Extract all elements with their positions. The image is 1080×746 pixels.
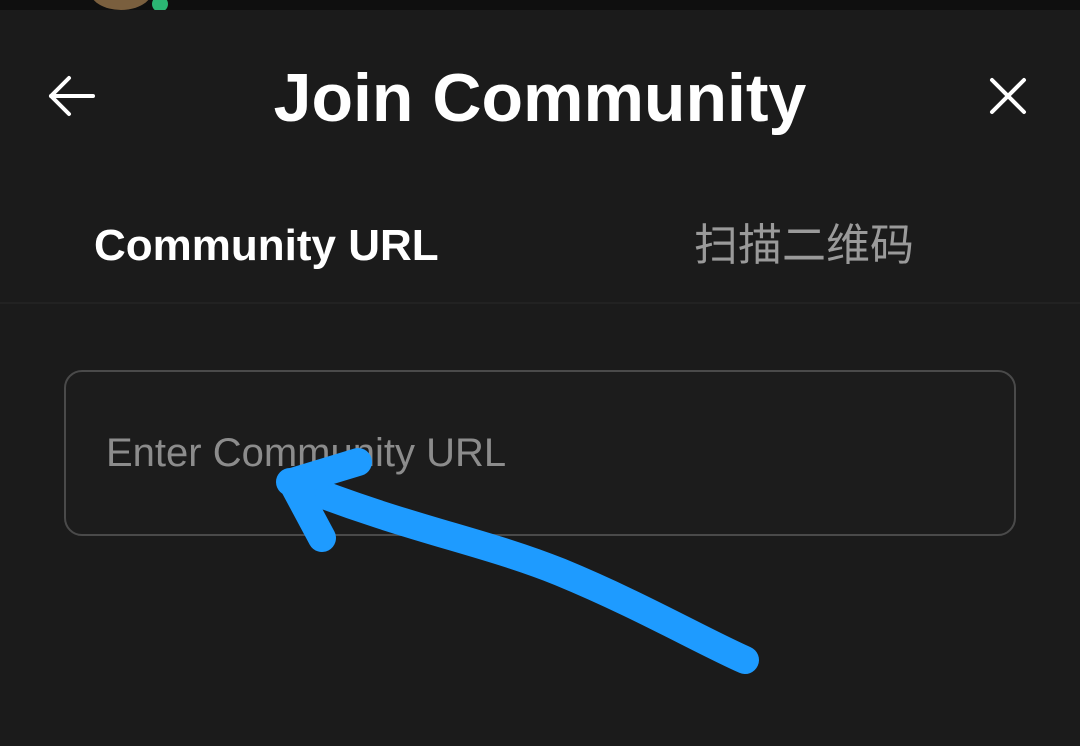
tab-bar: Community URL 扫描二维码: [0, 196, 1080, 304]
page-title: Join Community: [273, 60, 807, 136]
close-button[interactable]: [978, 68, 1038, 124]
tab-community-url[interactable]: Community URL: [94, 216, 439, 276]
status-strip: [0, 0, 1080, 10]
header: Join Community: [0, 10, 1080, 180]
community-url-input[interactable]: [106, 372, 966, 534]
online-status-dot: [150, 0, 170, 10]
tab-scan-qr-code[interactable]: 扫描二维码: [694, 216, 914, 276]
community-url-field[interactable]: [64, 370, 1016, 536]
avatar: [90, 0, 152, 10]
join-community-screen: Join Community Community URL 扫描二维码: [0, 0, 1080, 746]
close-icon: [990, 78, 1026, 114]
